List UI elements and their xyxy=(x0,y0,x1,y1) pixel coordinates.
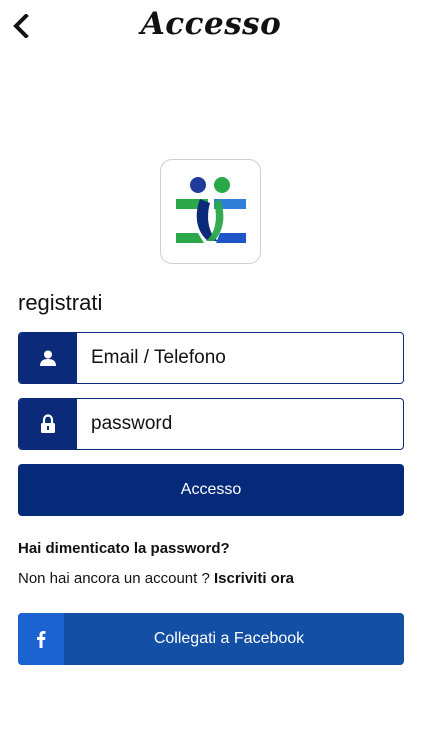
password-field-icon-box xyxy=(19,399,77,449)
signup-link[interactable]: Iscriviti ora xyxy=(214,570,294,587)
section-label: registrati xyxy=(18,290,103,315)
app-logo xyxy=(160,159,261,264)
page-title: Accesso xyxy=(140,6,282,42)
email-field-icon-box xyxy=(19,333,77,383)
email-input[interactable] xyxy=(77,333,403,383)
header-bar: Accesso xyxy=(0,0,422,56)
password-field xyxy=(18,398,404,450)
facebook-login-button[interactable]: Collegati a Facebook xyxy=(18,613,404,665)
email-field xyxy=(18,332,404,384)
password-input[interactable] xyxy=(77,399,403,449)
facebook-icon xyxy=(37,631,46,648)
lock-icon xyxy=(41,414,55,433)
login-button[interactable]: Accesso xyxy=(18,464,404,516)
user-icon xyxy=(40,350,56,366)
signup-line: Non hai ancora un account ? Iscriviti or… xyxy=(18,570,294,587)
facebook-login-label: Collegati a Facebook xyxy=(153,630,305,647)
no-account-text: Non hai ancora un account ? xyxy=(18,570,210,587)
app-logo-icon xyxy=(175,176,246,243)
facebook-icon-box xyxy=(18,613,64,665)
forgot-password-link[interactable]: Hai dimenticato la password? xyxy=(18,540,230,557)
